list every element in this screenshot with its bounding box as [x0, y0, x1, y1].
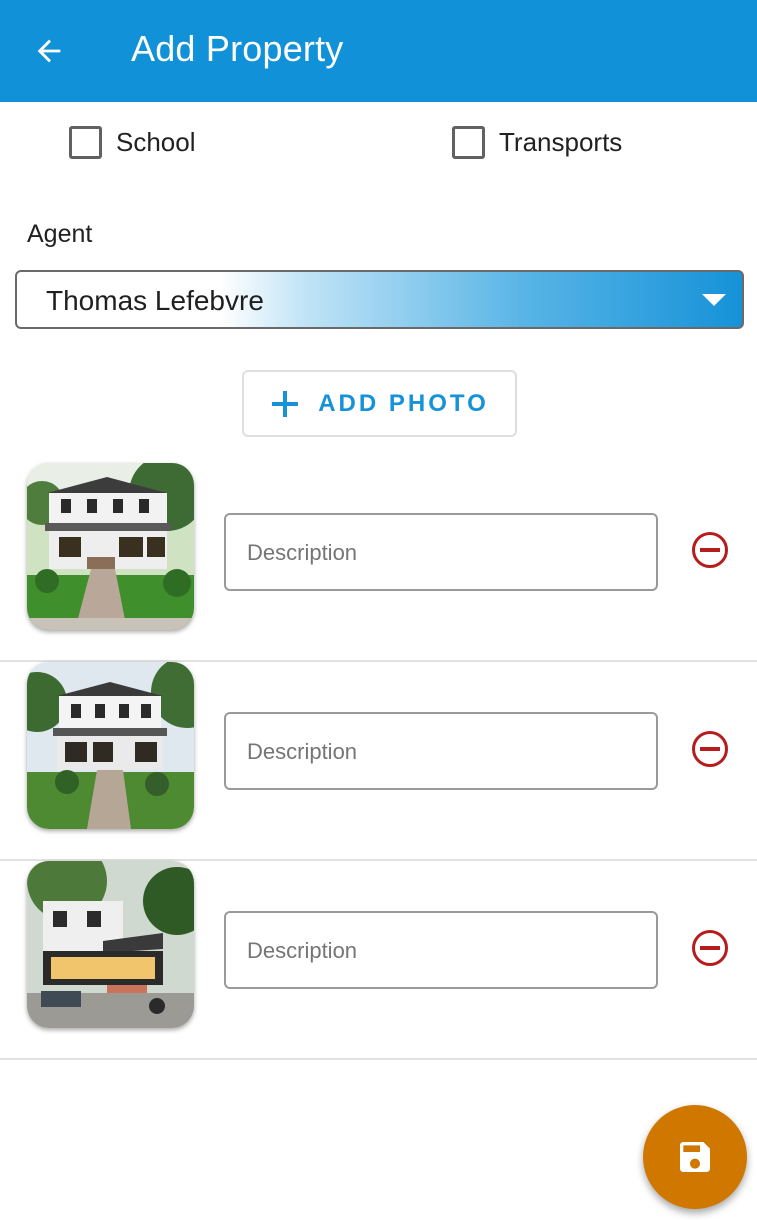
add-photo-label: ADD PHOTO: [318, 389, 489, 417]
arrow-left-icon: [37, 39, 61, 63]
photo-row: Description: [0, 463, 757, 662]
save-button[interactable]: [643, 1105, 747, 1209]
description-input[interactable]: Description: [224, 513, 658, 591]
description-input[interactable]: Description: [224, 712, 658, 790]
dropdown-caret-icon: [702, 294, 726, 306]
checkbox-square[interactable]: [452, 125, 485, 159]
add-photo-button[interactable]: ADD PHOTO: [242, 370, 517, 437]
house-photo-image: [27, 463, 194, 630]
transports-checkbox[interactable]: Transports: [452, 122, 622, 162]
checkbox-square[interactable]: [69, 125, 102, 159]
page-title: Add Property: [131, 28, 344, 69]
photo-row: Description: [0, 861, 757, 1060]
photo-row: Description: [0, 662, 757, 861]
school-checkbox-label: School: [116, 126, 196, 157]
property-photo-thumbnail: [27, 463, 194, 630]
remove-photo-button[interactable]: [690, 928, 730, 968]
description-placeholder: Description: [247, 938, 358, 963]
description-placeholder: Description: [247, 739, 358, 764]
plus-icon: [272, 390, 299, 417]
back-button[interactable]: [22, 26, 76, 76]
app-bar: Add Property: [0, 0, 757, 102]
agent-select[interactable]: Thomas Lefebvre: [15, 270, 744, 329]
agent-label: Agent: [27, 220, 93, 248]
school-checkbox[interactable]: School: [69, 122, 196, 162]
description-input[interactable]: Description: [224, 911, 658, 989]
property-photo-thumbnail: [27, 861, 194, 1028]
remove-photo-button[interactable]: [690, 729, 730, 769]
minus-circle-icon: [692, 532, 728, 568]
property-photo-thumbnail: [27, 662, 194, 829]
minus-circle-icon: [692, 930, 728, 966]
row-divider: [0, 1058, 757, 1060]
add-property-screen: Add Property School Transports Agent Tho…: [0, 0, 757, 1220]
minus-circle-icon: [692, 731, 728, 767]
house-photo-image: [27, 861, 194, 1028]
remove-photo-button[interactable]: [690, 530, 730, 570]
description-placeholder: Description: [247, 540, 358, 565]
save-icon: [680, 1142, 710, 1172]
agent-selected-value: Thomas Lefebvre: [46, 285, 264, 316]
house-photo-image: [27, 662, 194, 829]
transports-checkbox-label: Transports: [499, 126, 623, 157]
